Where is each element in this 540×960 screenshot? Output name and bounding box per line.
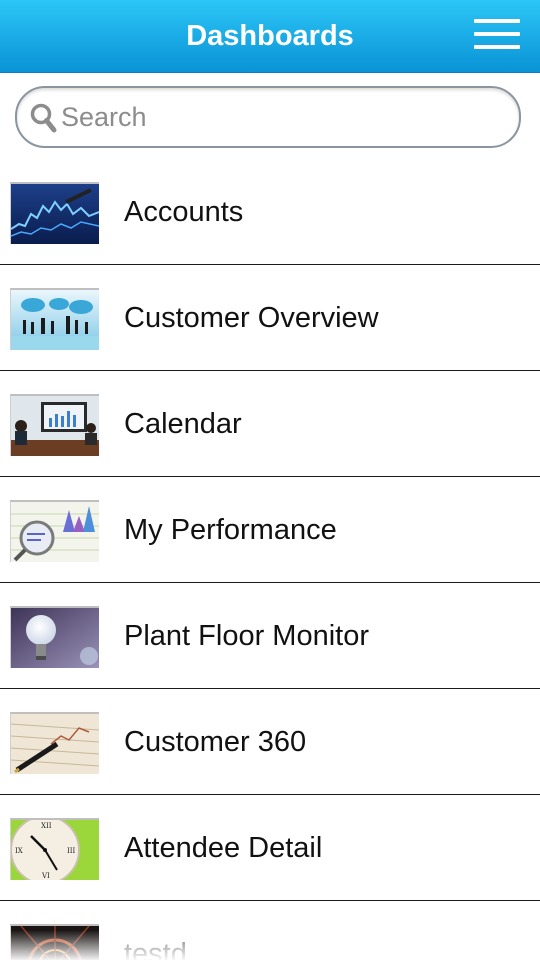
page-title: Dashboards xyxy=(186,20,354,52)
light-bulb-thumbnail xyxy=(10,606,99,668)
clock-thumbnail: XII III VI IX xyxy=(10,818,99,880)
stock-chart-thumbnail xyxy=(10,182,99,244)
svg-text:III: III xyxy=(67,847,76,855)
list-item-calendar[interactable]: Calendar xyxy=(0,371,540,477)
dashboard-list: Accounts Customer Overview Calendar My P… xyxy=(0,159,540,960)
search-bar[interactable] xyxy=(15,86,521,148)
search-input[interactable] xyxy=(61,88,501,146)
list-item-testd[interactable]: testd xyxy=(0,901,540,960)
list-item-label: testd xyxy=(124,938,187,960)
world-map-people-thumbnail xyxy=(10,288,99,350)
list-item-customer-overview[interactable]: Customer Overview xyxy=(0,265,540,371)
list-item-my-performance[interactable]: My Performance xyxy=(0,477,540,583)
list-item-customer-360[interactable]: Customer 360 xyxy=(0,689,540,795)
svg-text:IX: IX xyxy=(15,847,23,855)
meeting-room-thumbnail xyxy=(10,394,99,456)
list-item-attendee-detail[interactable]: XII III VI IX Attendee Detail xyxy=(0,795,540,901)
list-item-label: Accounts xyxy=(124,196,244,228)
hamburger-menu-icon[interactable] xyxy=(474,19,520,49)
list-item-accounts[interactable]: Accounts xyxy=(0,159,540,265)
svg-text:XII: XII xyxy=(41,822,52,830)
list-item-label: Customer Overview xyxy=(124,302,379,334)
search-icon xyxy=(30,103,58,133)
magnified-chart-thumbnail xyxy=(10,500,99,562)
app-header: Dashboards xyxy=(0,0,540,73)
list-item-label: My Performance xyxy=(124,514,337,546)
list-item-label: Attendee Detail xyxy=(124,832,323,864)
pen-on-chart-thumbnail xyxy=(10,712,99,774)
list-item-label: Plant Floor Monitor xyxy=(124,620,369,652)
abstract-thumbnail xyxy=(10,924,99,960)
list-item-label: Customer 360 xyxy=(124,726,307,758)
list-item-label: Calendar xyxy=(124,408,242,440)
svg-text:VI: VI xyxy=(41,872,50,880)
list-item-plant-floor-monitor[interactable]: Plant Floor Monitor xyxy=(0,583,540,689)
